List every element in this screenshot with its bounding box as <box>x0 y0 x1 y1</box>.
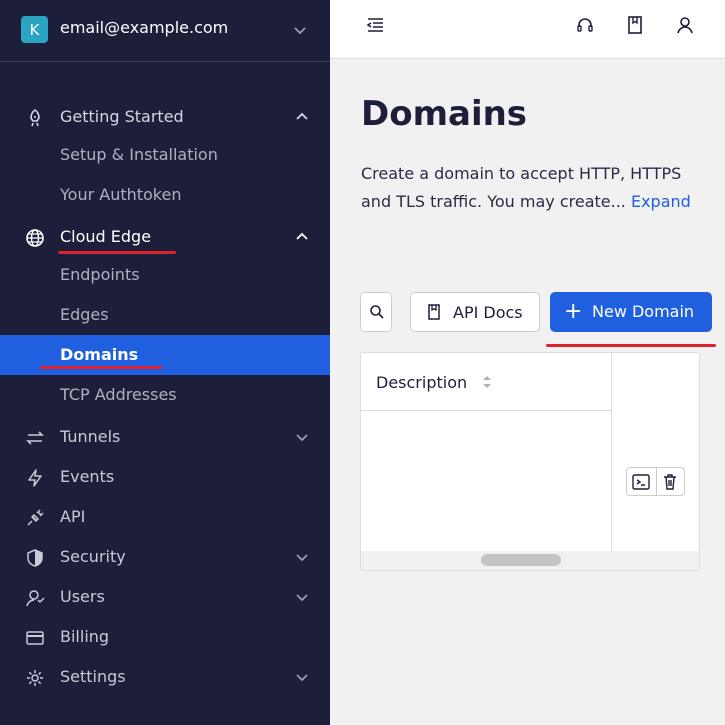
sidebar-subitem-setup[interactable]: Setup & Installation <box>0 135 330 175</box>
chevron-up-icon <box>294 109 310 125</box>
sidebar-subitem-label: Domains <box>60 345 139 364</box>
annotation-underline <box>40 366 162 369</box>
row-actions <box>626 467 685 496</box>
scrollbar-thumb[interactable] <box>481 554 561 566</box>
divider <box>656 468 657 495</box>
sidebar-subitem-label: Edges <box>60 305 109 324</box>
new-domain-button[interactable]: + New Domain <box>550 292 712 332</box>
sidebar-subitem-edges[interactable]: Edges <box>0 295 330 335</box>
sidebar-item-label: Tunnels <box>60 427 121 446</box>
top-bar <box>330 0 725 59</box>
page-title: Domains <box>361 94 528 134</box>
credit-card-icon <box>24 627 46 649</box>
globe-icon <box>24 227 46 249</box>
sidebar-item-api[interactable]: API <box>0 497 330 537</box>
headset-icon[interactable] <box>574 14 596 36</box>
sidebar-subitem-endpoints[interactable]: Endpoints <box>0 255 330 295</box>
annotation-underline <box>58 251 176 254</box>
column-header-label: Description <box>376 373 468 392</box>
sidebar-subitem-domains[interactable]: Domains <box>0 335 330 375</box>
page-description: Create a domain to accept HTTP, HTTPS an… <box>361 160 706 216</box>
sidebar-item-label: API <box>60 507 86 526</box>
arrows-left-right-icon <box>24 427 46 449</box>
rocket-icon <box>24 107 46 129</box>
sidebar-item-tunnels[interactable]: Tunnels <box>0 417 330 457</box>
sidebar-subitem-tcp-addresses[interactable]: TCP Addresses <box>0 375 330 415</box>
sidebar: K email@example.com Getting Started Setu… <box>0 0 330 725</box>
new-domain-label: New Domain <box>592 302 695 321</box>
plus-icon: + <box>564 299 583 324</box>
column-header-description[interactable]: Description <box>361 353 611 411</box>
api-docs-button[interactable]: API Docs <box>410 292 540 332</box>
sidebar-item-label: Getting Started <box>60 107 184 126</box>
chevron-down-icon <box>294 669 310 685</box>
sidebar-item-label: Security <box>60 547 126 566</box>
sidebar-item-label: Events <box>60 467 115 486</box>
sidebar-subitem-label: Endpoints <box>60 265 140 284</box>
chevron-down-icon <box>294 429 310 445</box>
domains-table: Description <box>360 352 700 571</box>
collapse-sidebar-icon[interactable] <box>364 14 386 36</box>
chevron-down-icon <box>294 589 310 605</box>
sort-icon <box>483 376 491 388</box>
api-docs-label: API Docs <box>453 303 523 322</box>
sidebar-item-label: Billing <box>60 627 110 646</box>
chevron-down-icon[interactable] <box>292 22 308 38</box>
search-button[interactable] <box>360 292 392 332</box>
user-icon[interactable] <box>674 14 696 36</box>
sidebar-subitem-label: Your Authtoken <box>60 185 182 204</box>
account-email: email@example.com <box>60 18 229 37</box>
lightning-icon <box>24 467 46 489</box>
chevron-down-icon <box>294 549 310 565</box>
gear-icon <box>24 667 46 689</box>
sidebar-item-label: Cloud Edge <box>60 227 152 246</box>
book-icon[interactable] <box>624 14 646 36</box>
sidebar-item-settings[interactable]: Settings <box>0 657 330 697</box>
trash-icon[interactable] <box>660 472 680 492</box>
sidebar-subitem-label: Setup & Installation <box>60 145 218 164</box>
horizontal-scrollbar[interactable] <box>361 551 699 570</box>
terminal-icon[interactable] <box>631 472 651 492</box>
plug-icon <box>24 507 46 529</box>
annotation-underline <box>546 344 716 347</box>
users-icon <box>24 587 46 609</box>
sidebar-item-getting-started[interactable]: Getting Started <box>0 97 330 137</box>
search-icon <box>370 305 384 319</box>
sidebar-item-label: Settings <box>60 667 126 686</box>
sidebar-subitem-authtoken[interactable]: Your Authtoken <box>0 175 330 215</box>
sidebar-item-security[interactable]: Security <box>0 537 330 577</box>
column-divider <box>611 353 612 551</box>
account-switcher[interactable]: K email@example.com <box>0 0 330 62</box>
sidebar-item-label: Users <box>60 587 105 606</box>
chevron-up-icon <box>294 229 310 245</box>
book-icon <box>428 304 440 320</box>
account-avatar: K <box>21 16 48 43</box>
expand-link[interactable]: Expand <box>631 192 691 211</box>
sidebar-item-billing[interactable]: Billing <box>0 617 330 657</box>
sidebar-item-users[interactable]: Users <box>0 577 330 617</box>
sidebar-item-events[interactable]: Events <box>0 457 330 497</box>
shield-icon <box>24 547 46 569</box>
sidebar-subitem-label: TCP Addresses <box>60 385 177 404</box>
